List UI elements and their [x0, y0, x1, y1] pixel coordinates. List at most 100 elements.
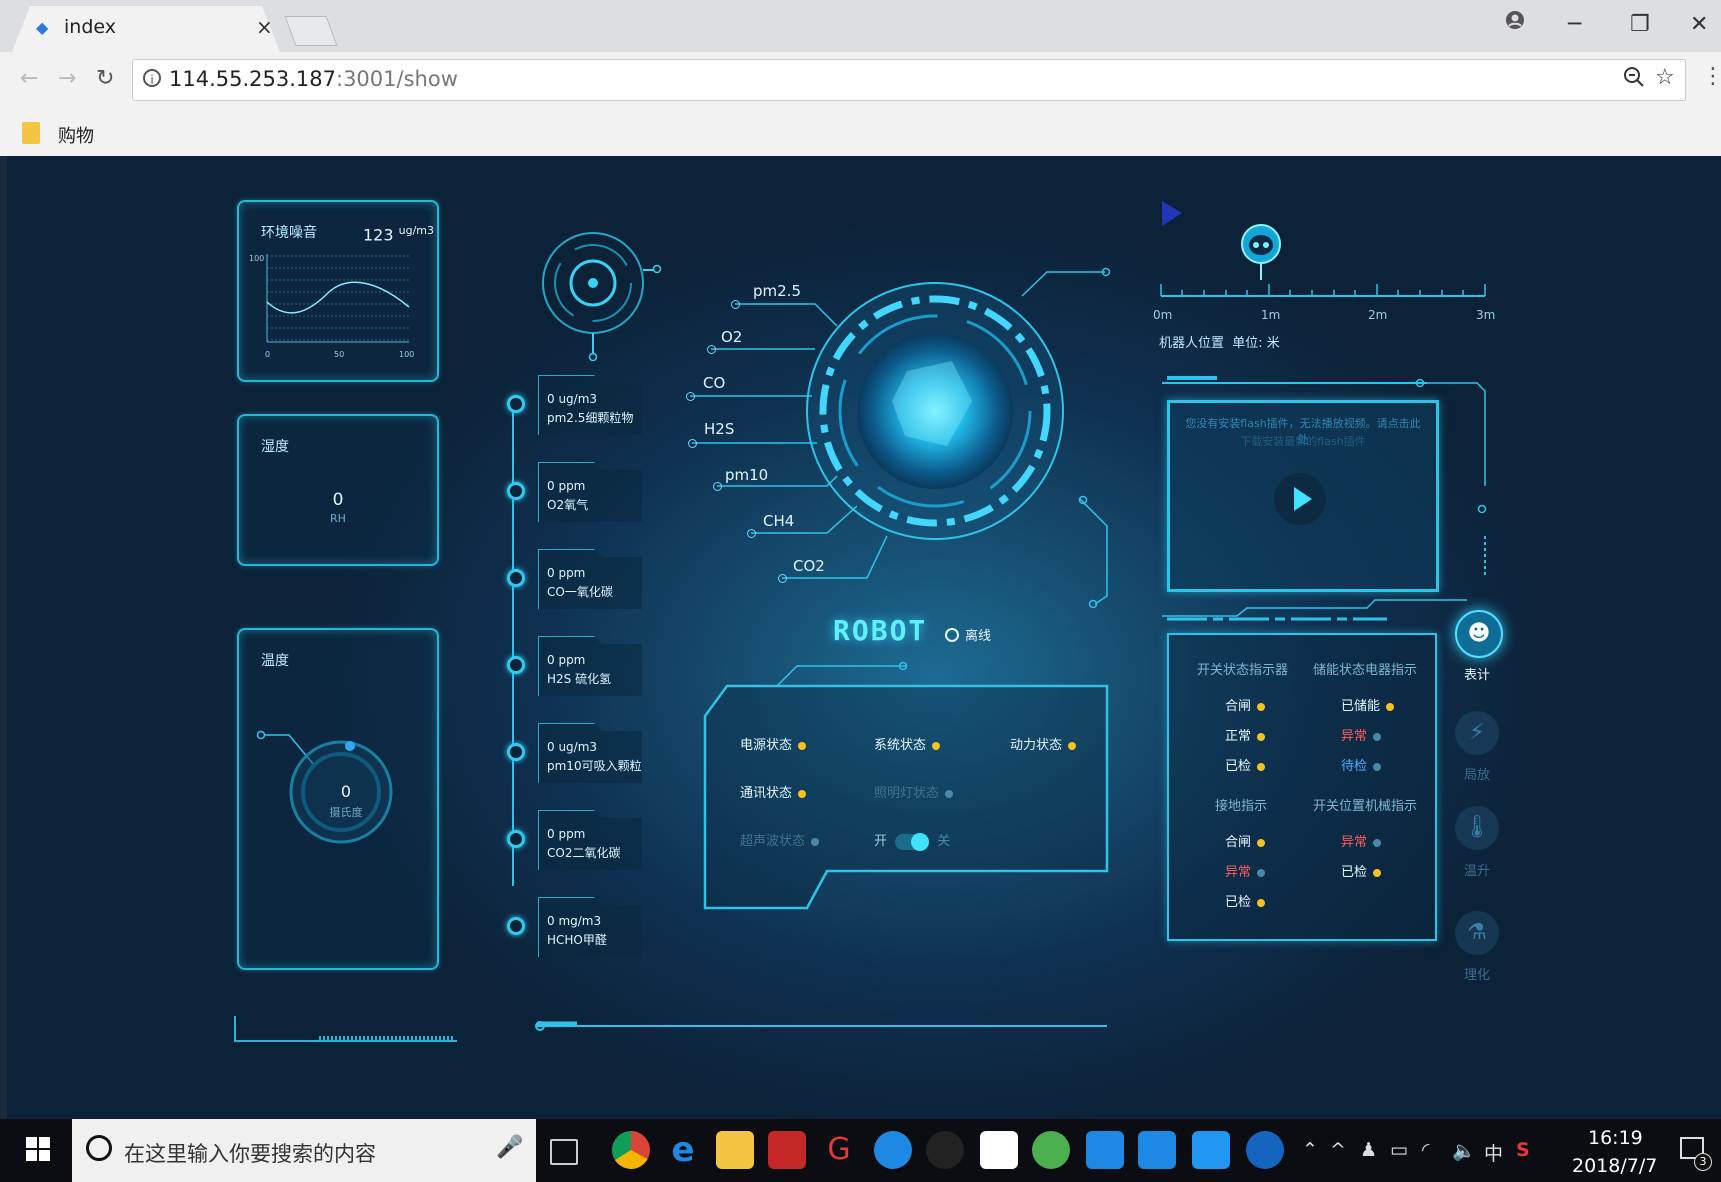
flash-message-2[interactable]: 下载安装最新的flash插件 [1180, 433, 1426, 449]
gas-label-co: CO [703, 374, 726, 392]
edge-icon[interactable]: e [664, 1131, 702, 1169]
status-ring-icon [945, 628, 959, 642]
motion-status: 动力状态 [1010, 734, 1077, 753]
sensor-card-pm25: 0 ug/m3 pm2.5细颗粒物 [538, 375, 642, 435]
sensor-name: pm10可吸入颗粒 [547, 759, 642, 773]
windows-start-icon[interactable] [26, 1137, 50, 1161]
ground-item-label: 异常 [1225, 865, 1252, 880]
switch-item-label: 合闸 [1225, 699, 1252, 714]
thermometer-icon[interactable]: 🌡 [1455, 806, 1499, 850]
flask-icon[interactable]: ⚗ [1455, 911, 1499, 955]
folder-icon [22, 122, 40, 144]
indicator-panel: 开关状态指示器 储能状态电器指示 合闸 正常 已检 已储能 异常 待检 接地指示… [1167, 633, 1437, 941]
qq-browser-icon[interactable] [1246, 1131, 1284, 1169]
task-view-icon[interactable] [550, 1139, 578, 1165]
side-menu-meter[interactable]: 表计 [1457, 664, 1497, 683]
bookmark-star-icon[interactable]: ☆ [1655, 65, 1675, 90]
tray-app-icon[interactable]: ♟ [1360, 1139, 1377, 1161]
battery-icon[interactable]: ▭ [1390, 1139, 1408, 1161]
clock-time[interactable]: 16:19 [1588, 1127, 1643, 1149]
taskbar-scroll-icon[interactable]: ⌃ [1302, 1139, 1318, 1161]
clock-date[interactable]: 2018/7/7 [1572, 1155, 1657, 1177]
url-host: 114.55.253.187 [169, 67, 336, 91]
site-info-icon[interactable]: i [143, 69, 161, 87]
microphone-icon[interactable]: 🎤 [496, 1135, 523, 1160]
tray-overflow-icon[interactable]: ^ [1330, 1139, 1346, 1161]
sensor-card-pm10: 0 ug/m3 pm10可吸入颗粒 [538, 723, 642, 783]
gas-label-ch4: CH4 [763, 512, 795, 530]
side-menu-chem[interactable]: 理化 [1457, 964, 1497, 983]
noise-x-tick-1: 50 [334, 350, 345, 359]
tab-title: index [64, 16, 116, 38]
zoom-icon[interactable] [1623, 66, 1645, 92]
sensor-value: 0 ppm [547, 827, 586, 841]
qq-icon[interactable] [926, 1131, 964, 1169]
sensor-name: O2氧气 [547, 498, 589, 512]
sensor-value: 0 mg/m3 [547, 914, 602, 928]
status-dot-off [811, 837, 820, 846]
sogou-ime-icon[interactable]: S [1516, 1139, 1530, 1161]
restore-button[interactable]: ❐ [1630, 12, 1650, 37]
storage-item-label: 异常 [1341, 729, 1368, 744]
url-path: :3001/show [336, 67, 458, 91]
sensor-value: 0 ppm [547, 566, 586, 580]
comm-status-label: 通讯状态 [740, 786, 793, 801]
side-menu-temp-rise[interactable]: 温升 [1457, 860, 1497, 879]
cloud-app-icon[interactable] [1086, 1131, 1124, 1169]
cortana-icon [86, 1135, 112, 1161]
address-bar[interactable]: i 114.55.253.187:3001/show ☆ [132, 59, 1686, 101]
tab-close-button[interactable]: × [256, 15, 273, 39]
switch-item-label: 正常 [1225, 729, 1252, 744]
minimize-button[interactable]: ─ [1568, 12, 1581, 37]
gas-connector-dot [686, 392, 695, 401]
wifi-icon[interactable]: ◜ [1422, 1139, 1429, 1161]
mech-item-2: 已检 [1341, 861, 1382, 880]
sensor-card-h2s: 0 ppm H2S 硫化氢 [538, 636, 642, 696]
app-g-icon[interactable]: G [820, 1131, 858, 1169]
volume-icon[interactable]: 🔈 [1452, 1139, 1476, 1162]
status-dot-on [932, 741, 941, 750]
lightning-icon[interactable]: ⚡ [1455, 711, 1499, 755]
file-explorer-icon[interactable] [716, 1131, 754, 1169]
solidworks-icon[interactable] [768, 1131, 806, 1169]
comm-status: 通讯状态 [740, 782, 807, 801]
status-dot-off [1257, 868, 1266, 877]
status-dot-on [1068, 741, 1077, 750]
taskbar-search[interactable]: 在这里输入你要搜索的内容 🎤 [72, 1119, 536, 1182]
storage-item-2: 异常 [1341, 725, 1382, 744]
position-tick-0: 0m [1153, 308, 1173, 322]
video-player[interactable]: 您没有安装flash插件，无法播放视频。请点击此处 下载安装最新的flash插件 [1167, 400, 1439, 592]
status-dot-on [1373, 868, 1382, 877]
noise-unit: ug/m3 [398, 224, 435, 237]
ultrasonic-status: 超声波状态 [740, 830, 820, 849]
gas-connector-dot [747, 529, 756, 538]
switch-item-2: 正常 [1225, 725, 1266, 744]
wechat-icon[interactable] [1032, 1131, 1070, 1169]
chrome-icon[interactable] [612, 1131, 650, 1169]
reload-icon[interactable]: ↻ [96, 66, 114, 91]
profile-icon[interactable] [1505, 10, 1525, 38]
position-label-text: 机器人位置 [1159, 336, 1225, 351]
robot-locator-icon [1241, 224, 1281, 292]
forward-arrow-icon[interactable]: → [58, 66, 76, 91]
status-dot-on [798, 789, 807, 798]
menu-kebab-icon[interactable]: ⋮ [1702, 64, 1721, 89]
noise-chart [266, 254, 410, 343]
meter-robot-icon[interactable]: ☻ [1455, 610, 1503, 658]
humidity-title: 湿度 [261, 439, 289, 455]
close-window-button[interactable]: ✕ [1690, 12, 1708, 37]
ime-indicator[interactable]: 中 [1484, 1139, 1503, 1166]
video-play-button[interactable] [1274, 473, 1326, 525]
toggle-switch[interactable] [895, 832, 930, 851]
motion-status-label: 动力状态 [1010, 738, 1063, 753]
side-menu-discharge[interactable]: 局放 [1457, 764, 1497, 783]
feishu-icon[interactable] [1192, 1131, 1230, 1169]
cloud-app-2-icon[interactable] [1138, 1131, 1176, 1169]
app-blue-icon[interactable] [874, 1131, 912, 1169]
back-arrow-icon[interactable]: ← [20, 66, 38, 91]
new-tab-button[interactable] [284, 16, 338, 46]
baidu-netdisk-icon[interactable] [980, 1131, 1018, 1169]
ground-item-2: 异常 [1225, 861, 1266, 880]
bookmark-shopping[interactable]: 购物 [58, 122, 94, 148]
sensor-value: 0 ppm [547, 653, 586, 667]
